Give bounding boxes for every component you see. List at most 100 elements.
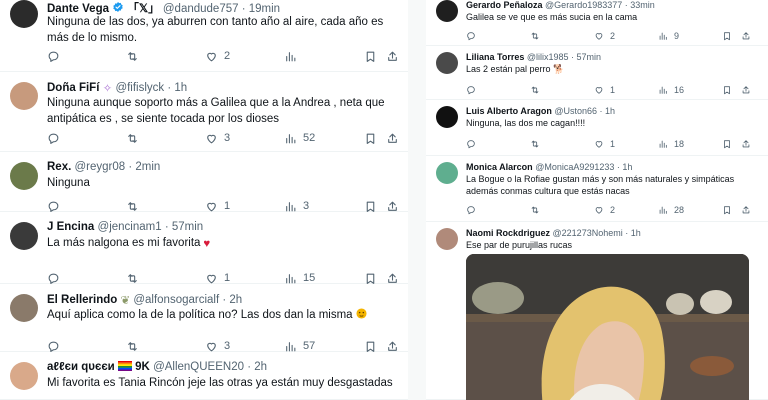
views-count: 15 [303,272,316,284]
retweet-button[interactable] [126,130,145,146]
author-name[interactable]: Gerardo Peñaloza [466,0,543,10]
like-button[interactable]: 1 [594,82,615,98]
author-handle[interactable]: @alfonsogarcialf [133,294,219,306]
author-name[interactable]: Luis Alberto Aragon [466,106,552,116]
bookmark-button[interactable] [364,130,377,146]
retweet-button[interactable] [530,82,546,98]
reply-button[interactable] [466,28,482,44]
bookmark-button[interactable] [722,28,732,44]
avatar[interactable] [10,82,38,110]
author-name[interactable]: J Encina [47,221,94,233]
author-handle[interactable]: @fifislyck [115,82,164,94]
author-handle[interactable]: @221273Nohemi [553,228,623,238]
bookmark-button[interactable] [722,82,732,98]
tweet-time[interactable]: · 1h [167,82,187,94]
tweet-header: Monica Alarcon @MonicaA9291233 · 1h [466,162,761,172]
author-name[interactable]: Naomi Rockdriguez [466,228,550,238]
tweet[interactable]: Monica Alarcon @MonicaA9291233 · 1h La Bo… [426,156,768,222]
author-handle[interactable]: @lilix1985 [527,52,569,62]
retweet-button[interactable] [530,136,546,152]
share-icon [741,139,751,149]
avatar[interactable] [436,0,458,22]
bookmark-button[interactable] [722,136,732,152]
reply-button[interactable] [466,82,482,98]
like-button[interactable]: 2 [594,202,615,218]
avatar[interactable] [10,294,38,322]
tweet-actions: 3 52 [47,130,397,146]
share-button[interactable] [741,28,751,44]
tweet-time[interactable]: · 57min [165,221,203,233]
retweet-button[interactable] [530,202,546,218]
like-button[interactable]: 2 [205,48,230,64]
tweet-time[interactable]: · 1h [617,162,633,172]
author-handle[interactable]: @Gerardo1983377 [545,0,622,10]
tweet-time[interactable]: · 2min [128,161,160,173]
avatar[interactable] [10,222,38,250]
tweet[interactable]: J Encina @jencinam1 · 57min La más nalgon… [0,212,408,284]
tweet[interactable]: Naomi Rockdriguez @221273Nohemi · 1h Ese … [426,222,768,400]
tweet[interactable]: Dante Vega 「𝕏」 @dandude757 · 19min Ningun… [0,0,408,72]
views-button[interactable] [284,48,303,64]
author-name[interactable]: Monica Alarcon [466,162,533,172]
reply-button[interactable] [47,130,66,146]
reply-button[interactable] [47,48,66,64]
avatar[interactable] [436,228,458,250]
bookmark-button[interactable] [364,48,377,64]
retweet-button[interactable] [126,48,145,64]
tweet-text-content: Ninguna aunque soporto más a Galilea que… [47,97,385,125]
author-handle[interactable]: @Uston66 [554,106,597,116]
avatar[interactable] [436,106,458,128]
tweet[interactable]: Gerardo Peñaloza @Gerardo1983377 · 33min… [426,0,768,46]
author-handle[interactable]: @jencinam1 [98,221,162,233]
views-button[interactable]: 52 [284,130,315,146]
tweet-text-content: Ninguna [47,177,90,189]
retweet-icon [126,50,139,63]
tweet[interactable]: Doña FiFí ✧ @fifislyck · 1h Ninguna aunqu… [0,72,408,152]
author-handle[interactable]: @reygr08 [75,161,126,173]
like-count: 1 [224,272,231,284]
tweet[interactable]: El Rellerindo ❦ @alfonsogarcialf · 2h Aqu… [0,284,408,352]
like-button[interactable]: 3 [205,130,230,146]
like-button[interactable]: 2 [594,28,615,44]
tweet-time[interactable]: · 1h [625,228,641,238]
author-handle[interactable]: @AllenQUEEN20 [153,361,244,373]
views-button[interactable]: 28 [658,202,684,218]
share-button[interactable] [741,136,751,152]
tweet-time[interactable]: · 2h [247,361,267,373]
bookmark-button[interactable] [722,202,732,218]
share-button[interactable] [386,48,399,64]
share-button[interactable] [386,130,399,146]
views-button[interactable]: 16 [658,82,684,98]
tweet[interactable]: Liliana Torres @lilix1985 · 57min Las 2 e… [426,46,768,100]
share-button[interactable] [741,202,751,218]
tweet[interactable]: Luis Alberto Aragon @Uston66 · 1h Ninguna… [426,100,768,156]
tweet[interactable]: aℓℓєи qυєєи 9K @AllenQUEEN20 · 2h Mi favo… [0,352,408,400]
author-handle[interactable]: @MonicaA9291233 [535,162,614,172]
avatar[interactable] [10,362,38,390]
avatar[interactable] [436,52,458,74]
like-button[interactable]: 1 [594,136,615,152]
author-name[interactable]: Rex. [47,161,71,173]
author-name[interactable]: El Rellerindo [47,294,117,306]
tweet-media-image[interactable] [466,254,749,400]
avatar[interactable] [10,162,38,190]
author-name[interactable]: Liliana Torres [466,52,524,62]
tweet-time[interactable]: · 57min [571,52,601,62]
reply-button[interactable] [466,136,482,152]
tweet-actions: 2 28 [466,202,756,218]
share-button[interactable] [741,82,751,98]
avatar[interactable] [10,0,38,28]
views-button[interactable]: 18 [658,136,684,152]
views-button[interactable]: 9 [658,28,679,44]
tweet-time[interactable]: · 1h [600,106,616,116]
column-gap [408,0,426,400]
reply-button[interactable] [466,202,482,218]
author-name[interactable]: aℓℓєи qυєєи [47,361,115,373]
tweet[interactable]: Rex. @reygr08 · 2min Ninguna 1 3 [0,152,408,212]
tweet-text: Aquí aplica como la de la política no? L… [47,307,397,324]
tweet-time[interactable]: · 2h [222,294,242,306]
retweet-button[interactable] [530,28,546,44]
author-name[interactable]: Doña FiFí [47,82,99,94]
tweet-time[interactable]: · 33min [625,0,655,10]
avatar[interactable] [436,162,458,184]
